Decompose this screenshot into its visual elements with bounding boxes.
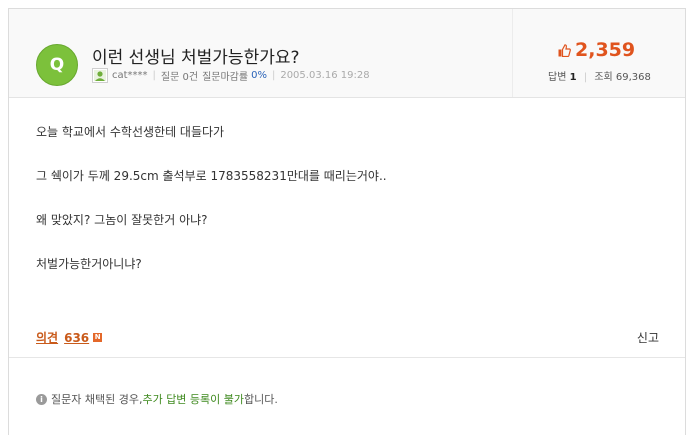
question-header: Q 이런 선생님 처벌가능한가요? cat**** | 질문 0건 질문마감률 … [9,9,685,98]
body-line: 그 쉑이가 두께 29.5cm 출석부로 1783558231만대를 때리는거야… [36,169,387,183]
views-count: 69,368 [615,72,651,83]
closing-rate-label: 질문마감률 [202,71,249,83]
question-body: 오늘 학교에서 수학선생한테 대들다가 그 쉑이가 두께 29.5cm 출석부로… [36,122,387,298]
section-divider [9,357,685,358]
opinion-link[interactable]: 의견 636 N [36,329,103,346]
notice-prefix: 질문자 채택된 경우, [51,393,143,406]
views-label: 조회 [594,72,613,83]
question-card: Q 이런 선생님 처벌가능한가요? cat**** | 질문 0건 질문마감률 … [8,8,686,435]
body-line: 처벌가능한거아니냐? [36,257,142,271]
question-badge-icon: Q [36,44,78,86]
question-stats: 2,359 답변 1 | 조회 69,368 [512,9,686,97]
avatar-icon [94,69,106,81]
notice-suffix: 합니다. [244,393,278,406]
stats-divider: | [583,72,588,83]
report-button[interactable]: 신고 [637,329,659,346]
new-badge-icon: N [93,333,103,342]
avatar[interactable] [92,67,108,83]
notice-highlight: 추가 답변 등록이 불가 [142,393,245,406]
adoption-notice: i 질문자 채택된 경우, 추가 답변 등록이 불가 합니다. [36,391,278,407]
opinion-label: 의견 [36,331,59,345]
body-line: 왜 맞았지? 그놈이 잘못한거 아냐? [36,213,208,227]
question-count: 질문 0건 [160,71,199,83]
thumbs-up-icon [558,43,571,57]
body-line: 오늘 학교에서 수학선생한테 대들다가 [36,125,225,139]
answer-view-stats: 답변 1 | 조회 69,368 [548,68,651,83]
question-meta: cat**** | 질문 0건 질문마감률 0% | 2005.03.16 19… [92,67,370,83]
answers-count: 1 [569,72,577,83]
question-title: 이런 선생님 처벌가능한가요? [92,48,300,68]
answers-label: 답변 [548,72,567,83]
info-icon: i [36,393,47,405]
opinion-count: 636 [64,330,90,345]
closing-rate-value: 0% [251,69,267,81]
meta-divider: | [152,69,156,81]
like-button[interactable]: 2,359 [558,39,635,61]
author-name[interactable]: cat**** [112,70,148,81]
like-count: 2,359 [575,39,636,61]
question-date: 2005.03.16 19:28 [280,69,370,81]
meta-divider: | [271,69,276,81]
